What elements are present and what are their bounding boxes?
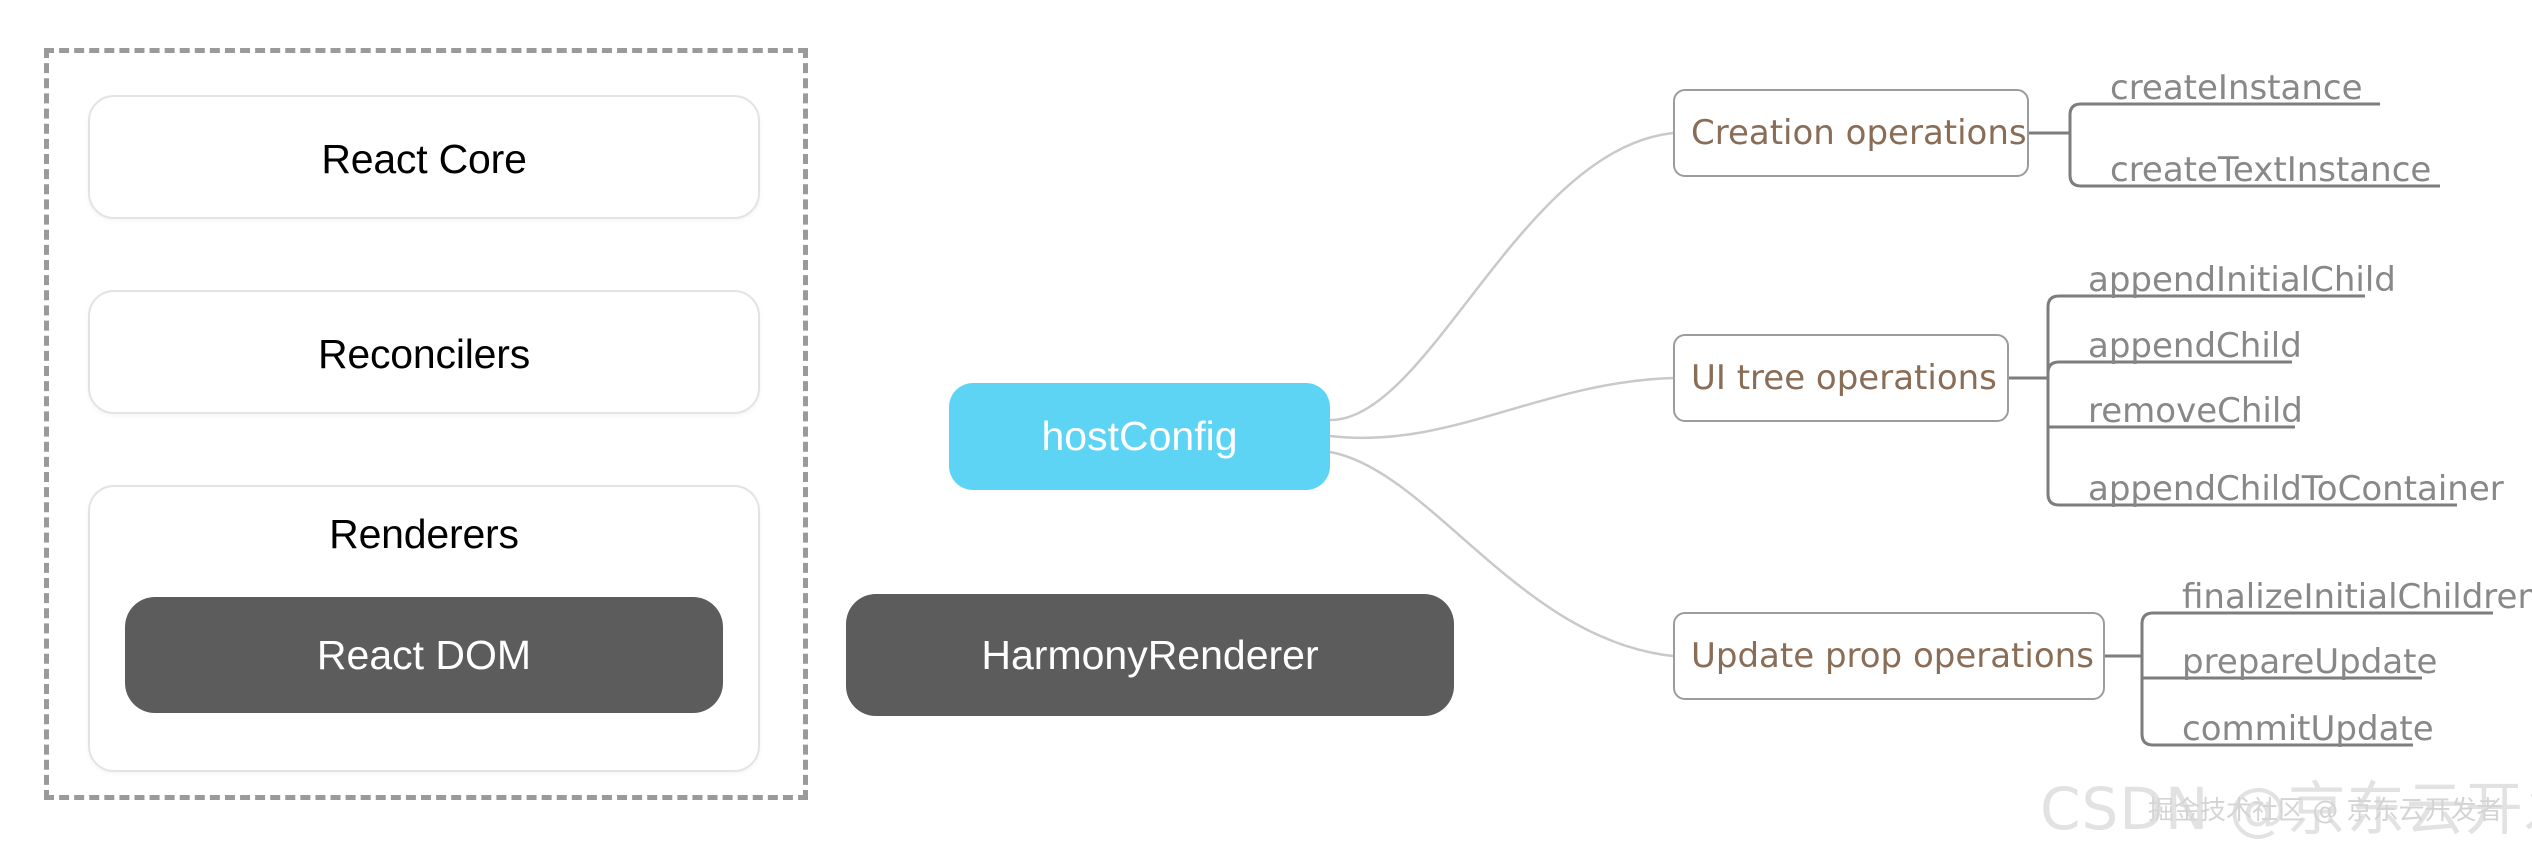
diagram-canvas: React Core Reconcilers Renderers React D…	[0, 0, 2532, 846]
edge-hostconfig-uitree	[1329, 376, 1674, 440]
card-reconcilers-label: Reconcilers	[318, 331, 530, 377]
leaf-create-text-instance[interactable]: createTextInstance	[2110, 150, 2431, 190]
node-harmony-renderer[interactable]: HarmonyRenderer	[846, 594, 1454, 716]
leaf-remove-child[interactable]: removeChild	[2088, 391, 2303, 431]
leaf-finalize-initial-children[interactable]: finalizeInitialChildren	[2182, 577, 2532, 617]
leaf-append-child[interactable]: appendChild	[2088, 326, 2302, 366]
edge-hostconfig-creation	[1329, 131, 1674, 422]
node-host-config[interactable]: hostConfig	[949, 383, 1330, 490]
node-react-dom[interactable]: React DOM	[125, 597, 723, 713]
leaf-create-instance[interactable]: createInstance	[2110, 68, 2363, 108]
branch-ui-tree-operations[interactable]: UI tree operations	[1673, 334, 2009, 422]
card-reconcilers[interactable]: Reconcilers	[88, 290, 760, 414]
leaf-commit-update[interactable]: commitUpdate	[2182, 709, 2434, 749]
watermark-juejin: 掘金技术社区 @ 京东云开发者	[2148, 796, 2503, 826]
branch-creation-operations[interactable]: Creation operations	[1673, 89, 2029, 177]
leaf-prepare-update[interactable]: prepareUpdate	[2182, 642, 2437, 682]
card-react-core[interactable]: React Core	[88, 95, 760, 219]
card-renderers-label: Renderers	[329, 511, 519, 557]
card-react-core-label: React Core	[321, 136, 527, 182]
edge-creation-leaf-1	[2068, 102, 2380, 133]
leaf-append-child-to-container[interactable]: appendChildToContainer	[2088, 469, 2504, 509]
branch-update-prop-operations[interactable]: Update prop operations	[1673, 612, 2105, 700]
leaf-append-initial-child[interactable]: appendInitialChild	[2088, 260, 2396, 300]
